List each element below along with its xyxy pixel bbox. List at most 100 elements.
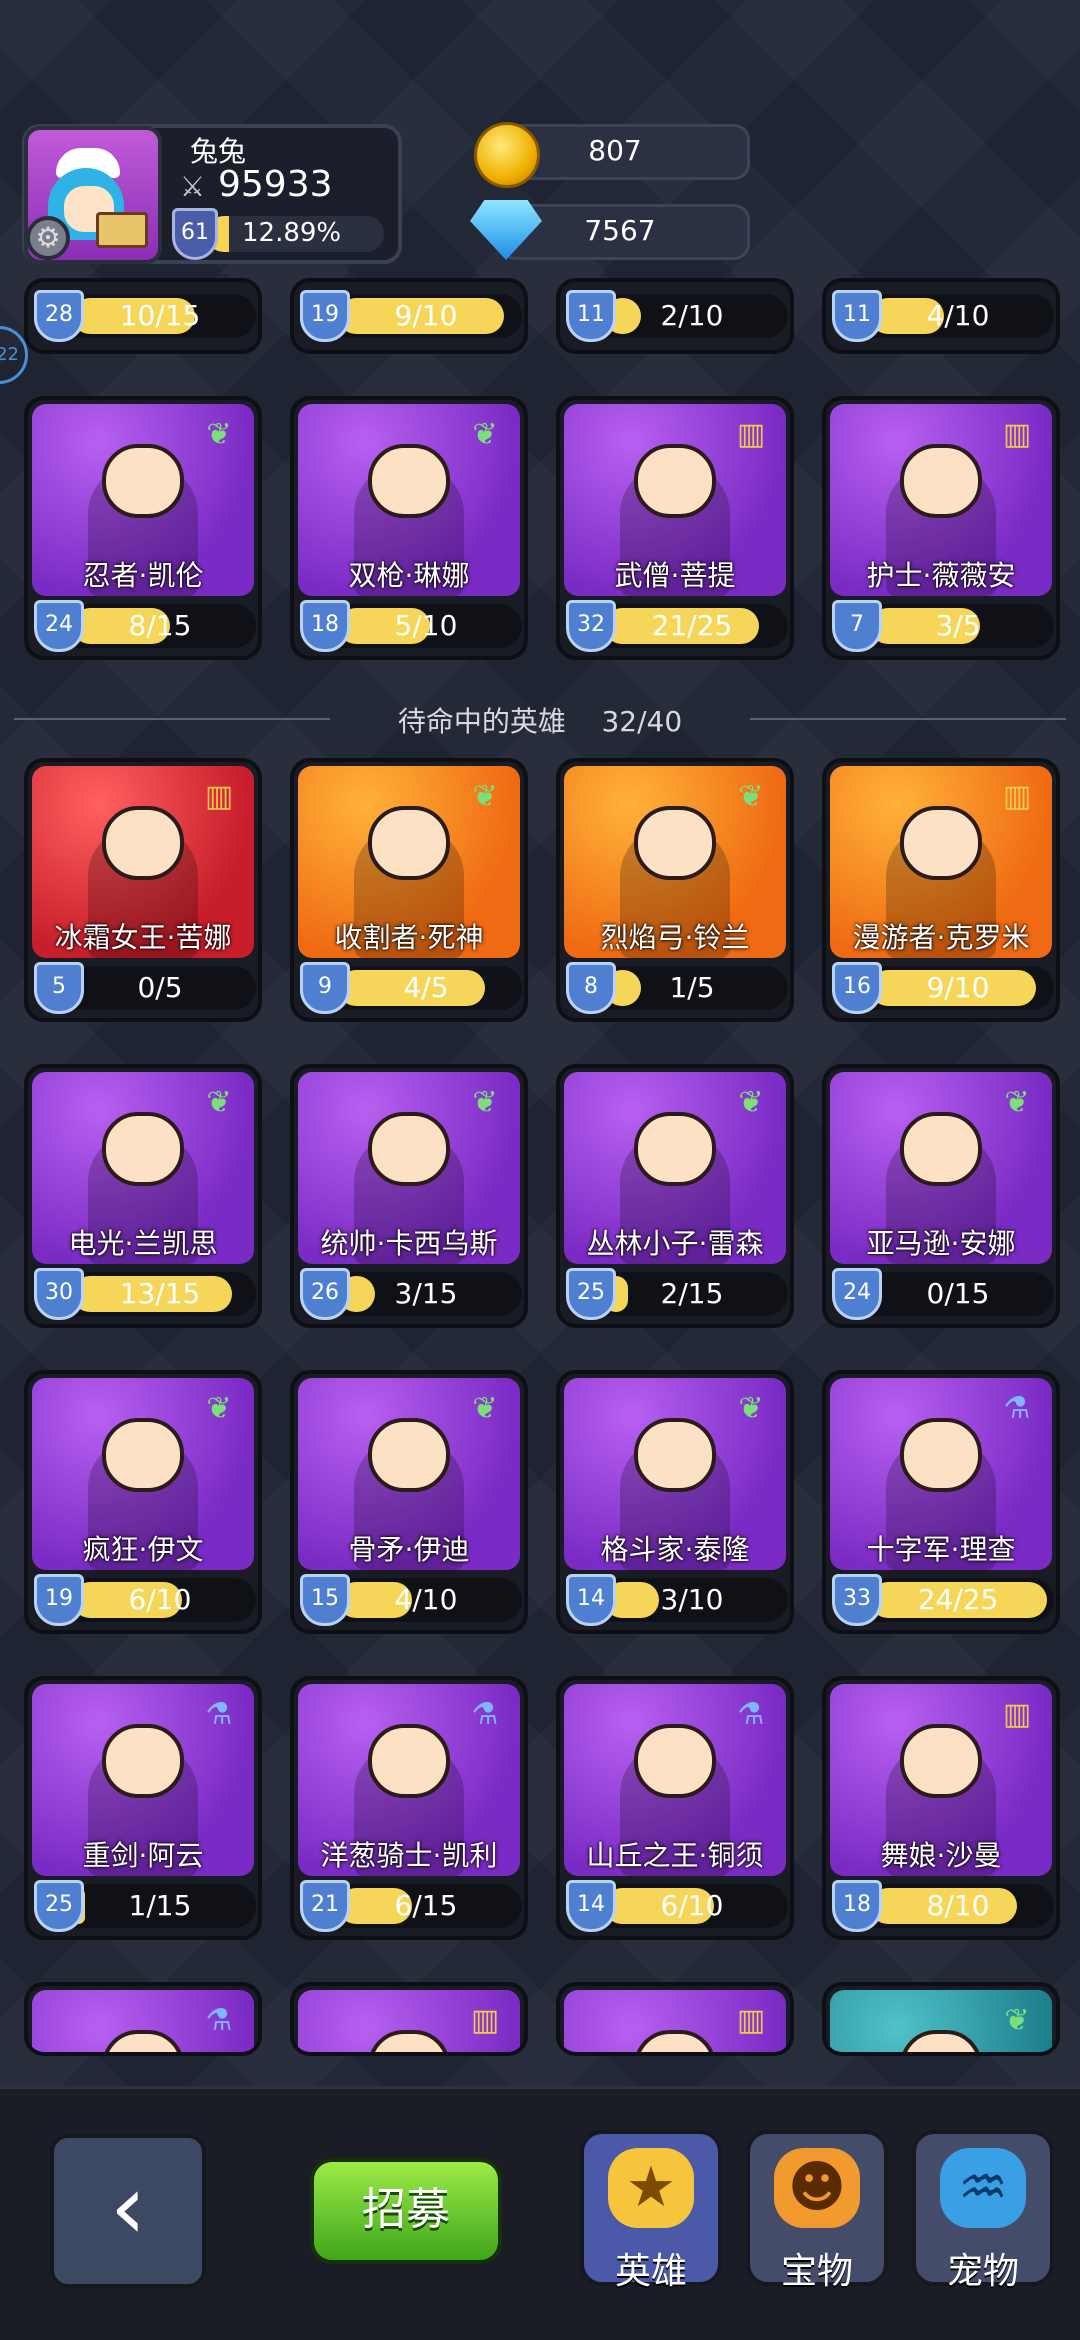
shard-progress-text: 3/10 <box>660 1583 724 1616</box>
hero-card[interactable]: ❦ 亚马逊·安娜 0/15 24 <box>822 1064 1060 1328</box>
book-icon: ▥ <box>470 2003 500 2038</box>
potion-icon: ⚗ <box>205 1697 233 1732</box>
hero-card[interactable]: ❦ 忍者·凯伦 8/15 24 <box>24 396 262 660</box>
hero-card[interactable]: 10/15 28 <box>24 278 262 354</box>
shard-progress-text: 2/15 <box>660 1277 724 1310</box>
hero-card[interactable]: 4/10 11 <box>822 278 1060 354</box>
shard-progress-text: 5/10 <box>394 609 458 642</box>
hero-card[interactable]: ⚗ <box>24 1982 262 2056</box>
crossed-swords-icon: ⚔ <box>180 170 206 203</box>
hero-card[interactable]: ▥ 舞娘·沙曼 8/10 18 <box>822 1676 1060 1940</box>
hero-level-badge: 24 <box>832 1268 882 1320</box>
hero-level-badge: 11 <box>566 290 616 342</box>
hero-head <box>634 806 716 880</box>
potion-icon: ⚗ <box>471 1697 499 1732</box>
hero-card[interactable]: ❦ 双枪·琳娜 5/10 18 <box>290 396 528 660</box>
hero-level-badge: 7 <box>832 600 882 652</box>
hero-card[interactable]: ▥ 冰霜女王·苦娜 0/5 5 <box>24 758 262 1022</box>
standby-title: 待命中的英雄 <box>397 705 566 738</box>
hero-name: 十字军·理查 <box>866 1533 1016 1566</box>
wing-icon: ❦ <box>206 417 232 452</box>
hero-card[interactable]: ❦ <box>822 1982 1060 2056</box>
hero-head <box>102 1112 184 1186</box>
hero-portrait: ❦ 电光·兰凯思 <box>32 1072 254 1264</box>
hero-card[interactable]: 2/10 11 <box>556 278 794 354</box>
settings-gear-icon[interactable]: ⚙ <box>26 216 70 260</box>
hero-level-badge: 32 <box>566 600 616 652</box>
shard-progress-text: 0/5 <box>137 971 183 1004</box>
book-icon: ▥ <box>1002 779 1032 814</box>
player-level-badge: 61 <box>172 208 218 260</box>
gold-amount: 807 <box>588 134 642 167</box>
hero-level-badge: 30 <box>34 1268 84 1320</box>
book-icon: ▥ <box>736 2003 766 2038</box>
hero-icon: ★ <box>608 2148 694 2228</box>
hero-head <box>368 444 450 518</box>
hero-card[interactable]: ❦ 疯狂·伊文 6/10 19 <box>24 1370 262 1634</box>
hero-portrait: ⚗ 重剑·阿云 <box>32 1684 254 1876</box>
hero-card[interactable]: 9/10 19 <box>290 278 528 354</box>
hero-level-badge: 19 <box>300 290 350 342</box>
hero-head <box>900 2030 982 2052</box>
hero-level-badge: 5 <box>34 962 84 1014</box>
hero-name: 亚马逊·安娜 <box>866 1227 1016 1260</box>
hero-level-badge: 11 <box>832 290 882 342</box>
hero-name: 骨矛·伊迪 <box>348 1533 470 1566</box>
hero-head <box>102 806 184 880</box>
hero-card[interactable]: ❦ 统帅·卡西乌斯 3/15 26 <box>290 1064 528 1328</box>
hero-card[interactable]: ❦ 收割者·死神 4/5 9 <box>290 758 528 1022</box>
hero-name: 统帅·卡西乌斯 <box>320 1227 498 1260</box>
shard-progress-text: 9/10 <box>394 299 458 332</box>
hero-portrait: ▥ <box>564 1990 786 2052</box>
hero-card[interactable]: ❦ 烈焰弓·铃兰 1/5 8 <box>556 758 794 1022</box>
hero-card[interactable]: ❦ 丛林小子·雷森 2/15 25 <box>556 1064 794 1328</box>
hero-card[interactable]: ▥ 漫游者·克罗米 9/10 16 <box>822 758 1060 1022</box>
hero-portrait: ❦ 双枪·琳娜 <box>298 404 520 596</box>
hero-card[interactable]: ❦ 电光·兰凯思 13/15 30 <box>24 1064 262 1328</box>
hero-portrait: ❦ 骨矛·伊迪 <box>298 1378 520 1570</box>
back-button[interactable]: ‹ <box>50 2134 206 2288</box>
gem-amount: 7567 <box>584 214 656 247</box>
wing-icon: ❦ <box>738 779 764 814</box>
hero-card[interactable]: ⚗ 山丘之王·铜须 6/10 14 <box>556 1676 794 1940</box>
shard-progress-text: 0/15 <box>926 1277 990 1310</box>
hero-level-badge: 18 <box>300 600 350 652</box>
hero-name: 格斗家·泰隆 <box>600 1533 750 1566</box>
hero-name: 烈焰弓·铃兰 <box>600 921 750 954</box>
wing-icon: ❦ <box>738 1391 764 1426</box>
hero-card[interactable]: ▥ <box>290 1982 528 2056</box>
gold-coin-icon <box>474 122 540 188</box>
hero-portrait: ▥ 武僧·菩提 <box>564 404 786 596</box>
hero-level-badge: 9 <box>300 962 350 1014</box>
hero-portrait: ⚗ <box>32 1990 254 2052</box>
book-icon: ▥ <box>736 417 766 452</box>
recruit-button[interactable]: 招募 <box>310 2158 502 2264</box>
book-icon: ▥ <box>1002 1697 1032 1732</box>
hero-card[interactable]: ▥ 武僧·菩提 21/25 32 <box>556 396 794 660</box>
tab-treasure-label: 宝物 <box>780 2251 853 2292</box>
hero-name: 双枪·琳娜 <box>348 559 470 592</box>
hero-head <box>634 1724 716 1798</box>
potion-icon: ⚗ <box>205 2003 233 2038</box>
shard-progress-text: 4/10 <box>926 299 990 332</box>
standby-label: 待命中的英雄 32/40 <box>0 700 1080 740</box>
hero-portrait: ⚗ 洋葱骑士·凯利 <box>298 1684 520 1876</box>
hero-head <box>368 806 450 880</box>
shard-progress-text: 3/15 <box>394 1277 458 1310</box>
hero-card[interactable]: ⚗ 十字军·理查 24/25 33 <box>822 1370 1060 1634</box>
tab-heroes-label: 英雄 <box>614 2251 687 2292</box>
hero-card[interactable]: ⚗ 洋葱骑士·凯利 6/15 21 <box>290 1676 528 1940</box>
hero-level-badge: 28 <box>34 290 84 342</box>
hero-head <box>900 1418 982 1492</box>
hero-card[interactable]: ❦ 格斗家·泰隆 3/10 14 <box>556 1370 794 1634</box>
hero-head <box>900 444 982 518</box>
shard-progress-text: 24/25 <box>917 1583 999 1616</box>
hero-head <box>368 1418 450 1492</box>
wing-icon: ❦ <box>472 1391 498 1426</box>
hero-card[interactable]: ❦ 骨矛·伊迪 4/10 15 <box>290 1370 528 1634</box>
hero-card[interactable]: ▥ 护士·薇薇安 3/5 7 <box>822 396 1060 660</box>
hero-level-badge: 16 <box>832 962 882 1014</box>
hero-card[interactable]: ⚗ 重剑·阿云 1/15 25 <box>24 1676 262 1940</box>
shard-progress-text: 1/5 <box>669 971 715 1004</box>
hero-card[interactable]: ▥ <box>556 1982 794 2056</box>
